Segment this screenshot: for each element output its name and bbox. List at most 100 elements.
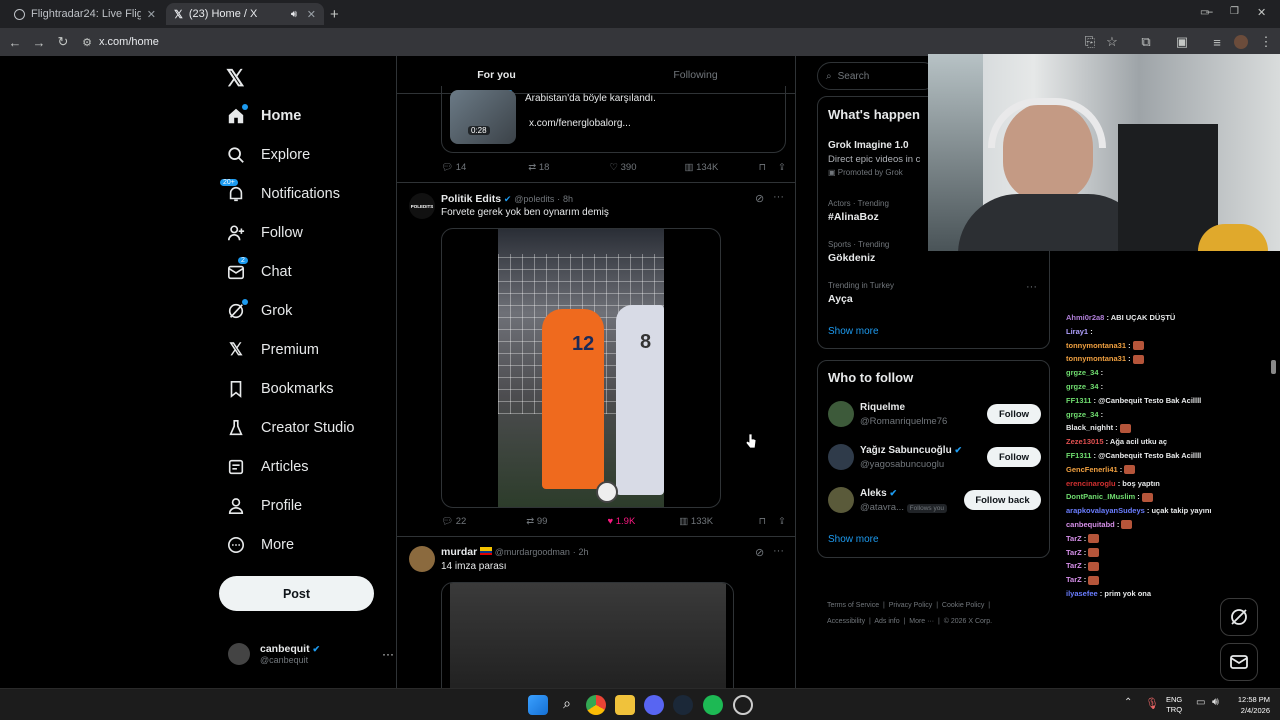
tweet-time[interactable]: 8h [563, 194, 573, 204]
follow-button[interactable]: Follow [987, 404, 1041, 424]
footer-link[interactable]: Ads info [874, 618, 899, 625]
more-dots-icon[interactable]: ··· [1026, 281, 1037, 293]
chat-username[interactable]: DontPanic_IMuslim [1066, 492, 1135, 501]
start-menu-icon[interactable] [528, 695, 548, 715]
scrollbar-thumb[interactable] [1271, 360, 1276, 374]
volume-icon[interactable]: 🔊︎ [1212, 696, 1219, 709]
sidebar-item-more[interactable]: More [226, 525, 396, 564]
sidebar-item-follow[interactable]: Follow [226, 213, 396, 252]
file-explorer-icon[interactable] [615, 695, 635, 715]
discord-icon[interactable] [644, 695, 664, 715]
new-tab-icon[interactable]: + [330, 6, 339, 23]
follow-suggestion[interactable]: Aleks ✔ @atavra... Follows you Follow ba… [828, 487, 1042, 517]
follow-suggestion[interactable]: Riquelme @Romanriquelme76 Follow [828, 401, 1042, 431]
chat-username[interactable]: tonnymontana31 [1066, 341, 1126, 350]
tweet-video[interactable]: 12 8 [441, 228, 721, 508]
install-icon[interactable]: ⎘ [1078, 34, 1102, 50]
chat-username[interactable]: FF1311 [1066, 451, 1091, 460]
obs-icon[interactable] [733, 695, 753, 715]
sidebar-item-explore[interactable]: Explore [226, 135, 396, 174]
more-dots-icon[interactable]: ··· [773, 191, 784, 203]
grok-icon[interactable]: ⊘ [755, 546, 764, 559]
sidebar-item-creator-studio[interactable]: Creator Studio [226, 408, 396, 447]
more-dots-icon[interactable]: ··· [382, 647, 394, 661]
reply-icon[interactable]: 💬︎ 14 [441, 162, 466, 173]
chrome-icon[interactable] [586, 695, 606, 715]
sidebar-item-articles[interactable]: Articles [226, 447, 396, 486]
author-handle[interactable]: @murdargoodman [495, 547, 570, 557]
avatar[interactable] [409, 546, 435, 572]
account-switcher[interactable]: canbequit ✔ @canbequit ··· [228, 643, 394, 665]
search-input[interactable]: ⌕ Search [817, 62, 937, 90]
retweet-icon[interactable]: ⇄ 99 [526, 516, 547, 527]
spotify-icon[interactable] [703, 695, 723, 715]
chat-username[interactable]: TarZ [1066, 561, 1082, 570]
address-bar[interactable]: x.com/home [99, 36, 159, 48]
tab-x-home[interactable]: 𝕏 (23) Home / X 🔊︎ ✕ [166, 3, 324, 25]
share-icon[interactable]: ⇪ [778, 516, 786, 527]
card-link[interactable]: x.com/fenerglobalorg... [529, 118, 631, 129]
minimize-icon[interactable]: – [1206, 4, 1213, 18]
chat-username[interactable]: grgze_34 [1066, 382, 1099, 391]
chat-username[interactable]: TarZ [1066, 575, 1082, 584]
promo-item[interactable]: Grok Imagine 1.0 Direct epic videos in c… [828, 140, 920, 177]
chat-username[interactable]: erencinaroglu [1066, 479, 1116, 488]
avatar[interactable]: POLEDITS [409, 193, 435, 219]
chat-username[interactable]: Black_nighht [1066, 423, 1113, 432]
chat-username[interactable]: Zeze13015 [1066, 437, 1104, 446]
follow-suggestion[interactable]: Yağız Sabuncuoğlu ✔ @yagosabuncuoglu Fol… [828, 444, 1042, 474]
author-name[interactable]: murdar [441, 546, 477, 558]
search-icon[interactable]: ⌕ [557, 695, 577, 715]
sidebar-item-chat[interactable]: 2 Chat [226, 252, 396, 291]
tab-flightradar[interactable]: Flightradar24: Live Flight Tracker ✕ [6, 3, 164, 25]
tray-chevron-icon[interactable]: ⌃ [1124, 697, 1132, 708]
site-info-icon[interactable]: ⚙ [75, 36, 99, 49]
trend-item[interactable]: Actors · Trending #AlinaBoz [828, 199, 889, 223]
chat-username[interactable]: GencFenerli41 [1066, 465, 1118, 474]
sidebar-item-home[interactable]: Home [226, 96, 396, 135]
menu-icon[interactable]: ⋮ [1254, 34, 1278, 50]
views-icon[interactable]: ▥ 133K [679, 516, 713, 527]
sidebar-item-premium[interactable]: 𝕏 Premium [226, 330, 396, 369]
sidebar-item-profile[interactable]: Profile [226, 486, 396, 525]
x-logo-icon[interactable]: 𝕏 [226, 65, 245, 92]
network-icon[interactable]: ▭ [1196, 697, 1205, 708]
bookmark-icon[interactable]: ⊓ [759, 162, 766, 173]
show-more-link[interactable]: Show more [828, 534, 879, 545]
retweet-icon[interactable]: ⇄ 18 [528, 162, 549, 173]
grok-icon[interactable]: ⊘ [755, 192, 764, 205]
sidebar-item-bookmarks[interactable]: Bookmarks [226, 369, 396, 408]
chat-username[interactable]: FF1311 [1066, 396, 1091, 405]
bookmark-icon[interactable]: ⊓ [759, 516, 766, 527]
close-icon[interactable]: ✕ [307, 8, 316, 21]
extensions-icon[interactable]: ⧉ [1134, 34, 1158, 50]
chat-username[interactable]: tonnymontana31 [1066, 354, 1126, 363]
bookmark-star-icon[interactable]: ☆ [1100, 34, 1124, 50]
link-card[interactable]: 0:28 Arabistan'da böyle karşılandı. x.co… [441, 86, 786, 153]
footer-link[interactable]: Cookie Policy [942, 602, 984, 609]
chat-username[interactable]: arapkovalayanSudeys [1066, 506, 1145, 515]
trend-item[interactable]: Sports · Trending Gökdeniz [828, 240, 889, 264]
like-icon[interactable]: ♡ 390 [609, 162, 636, 173]
more-dots-icon[interactable]: ··· [773, 545, 784, 557]
profile-avatar[interactable] [1234, 35, 1248, 49]
chat-username[interactable]: TarZ [1066, 548, 1082, 557]
language-indicator[interactable]: ENG TRQ [1166, 695, 1182, 715]
reload-icon[interactable]: ↻ [51, 34, 75, 50]
chat-username[interactable]: ilyasefee [1066, 589, 1098, 598]
views-icon[interactable]: ▥ 134K [684, 162, 718, 173]
tweet-time[interactable]: 2h [579, 547, 589, 557]
grok-floating-button[interactable] [1220, 598, 1258, 636]
clock[interactable]: 12:58 PM 2/4/2026 [1230, 694, 1270, 716]
sidebar-item-notifications[interactable]: 20+ Notifications [220, 174, 396, 213]
chat-username[interactable]: grgze_34 [1066, 410, 1099, 419]
follow-button[interactable]: Follow [987, 447, 1041, 467]
trend-item[interactable]: Trending in Turkey Ayça [828, 281, 894, 305]
chat-username[interactable]: grgze_34 [1066, 368, 1099, 377]
close-icon[interactable]: ✕ [147, 8, 156, 21]
author-name[interactable]: Politik Edits [441, 193, 501, 205]
reply-icon[interactable]: 💬︎ 22 [441, 516, 466, 527]
maximize-icon[interactable]: ❐ [1230, 6, 1239, 17]
footer-link[interactable]: Accessibility [827, 618, 865, 625]
like-icon[interactable]: ♥ 1.9K [607, 516, 635, 527]
